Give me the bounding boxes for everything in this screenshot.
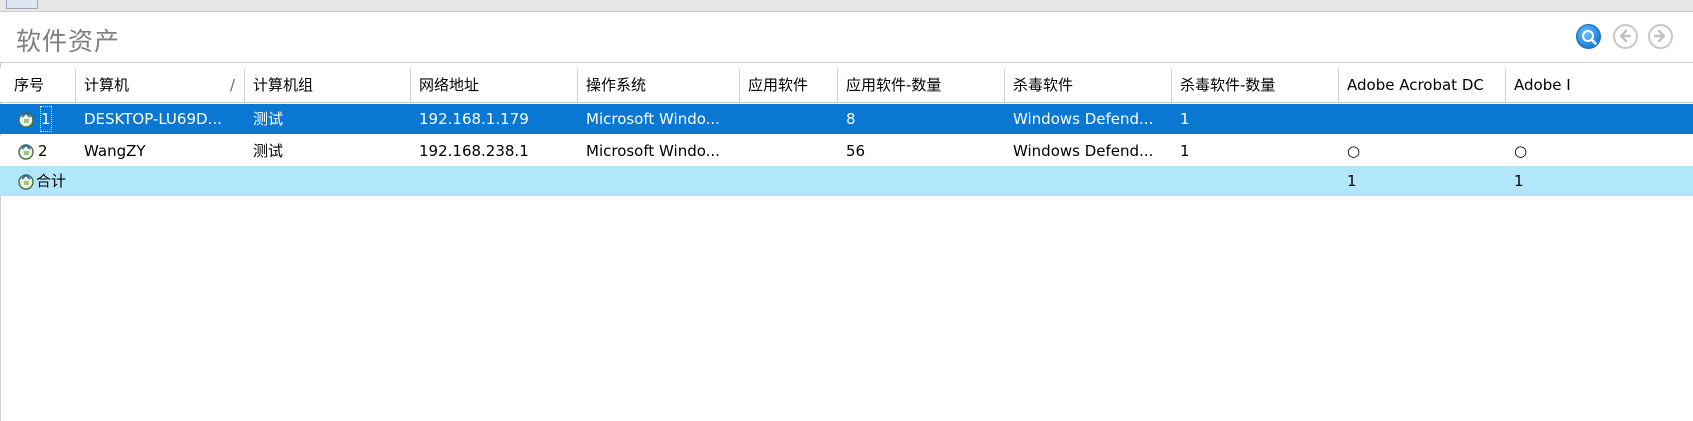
search-icon[interactable] [1576,24,1601,49]
col-header-adobe-acrobat-dc[interactable]: Adobe Acrobat DC [1339,68,1506,102]
total-adobe-acrobat-dc: 1 [1347,172,1357,190]
total-label: 合计 [36,172,67,190]
col-header-apps-count[interactable]: 应用软件-数量 [838,68,1005,102]
cell-os: Microsoft Windo... [586,110,720,128]
cell-ip: 192.168.1.179 [419,110,529,128]
cell-apps-count: 8 [846,110,856,128]
col-header-apps[interactable]: 应用软件 [740,68,838,102]
computer-row-icon [18,111,34,128]
computer-row-icon [18,173,34,190]
col-header-computer[interactable]: 计算机 [76,68,245,102]
cell-group: 测试 [253,110,284,128]
col-header-antivirus[interactable]: 杀毒软件 [1005,68,1172,102]
computer-row-icon [18,143,34,160]
total-row: 合计 1 1 [0,166,1693,196]
table-row[interactable]: 2 WangZY 测试 192.168.238.1 Microsoft Wind… [0,136,1693,166]
forward-arrow-icon[interactable] [1648,24,1673,49]
cell-apps [748,136,836,166]
cell-os: Microsoft Windo... [586,142,720,160]
cell-adobe-i: ○ [1514,142,1528,160]
cell-antivirus: Windows Defend... [1013,142,1154,160]
cell-computer: WangZY [84,142,146,160]
cell-adobe-acrobat-dc: ○ [1347,142,1361,160]
panel-header: 软件资产 [0,12,1693,63]
col-header-adobe-i[interactable]: Adobe I [1506,68,1693,102]
cell-antivirus: Windows Defend... [1013,110,1154,128]
cell-antivirus-count: 1 [1180,142,1190,160]
table-header: 序号 计算机 / 计算机组 网络地址 操作系统 应用软件 应用软件-数量 杀毒软… [0,68,1693,103]
cell-seq: 1 [38,104,54,134]
total-adobe-i: 1 [1514,172,1524,190]
top-strip [0,0,1693,12]
cell-antivirus-count: 1 [1180,110,1190,128]
cell-seq: 2 [38,142,48,160]
col-header-os[interactable]: 操作系统 [578,68,740,102]
cell-apps [748,104,836,134]
window-tab-icon[interactable] [6,0,38,9]
col-header-antivirus-count[interactable]: 杀毒软件-数量 [1172,68,1339,102]
back-arrow-icon[interactable] [1613,24,1638,49]
cell-adobe-acrobat-dc [1347,104,1497,134]
page-title: 软件资产 [16,27,121,56]
cell-apps-count: 56 [846,142,866,160]
col-header-seq[interactable]: 序号 [0,68,76,102]
table-row[interactable]: 1 DESKTOP-LU69D... 测试 192.168.1.179 Micr… [0,104,1693,134]
sort-indicator: / [230,76,236,94]
col-header-group[interactable]: 计算机组 [245,68,411,102]
cell-adobe-i [1514,104,1684,134]
cell-ip: 192.168.238.1 [419,142,529,160]
col-header-ip[interactable]: 网络地址 [411,68,578,102]
cell-computer: DESKTOP-LU69D... [84,110,222,128]
cell-group: 测试 [253,142,284,160]
